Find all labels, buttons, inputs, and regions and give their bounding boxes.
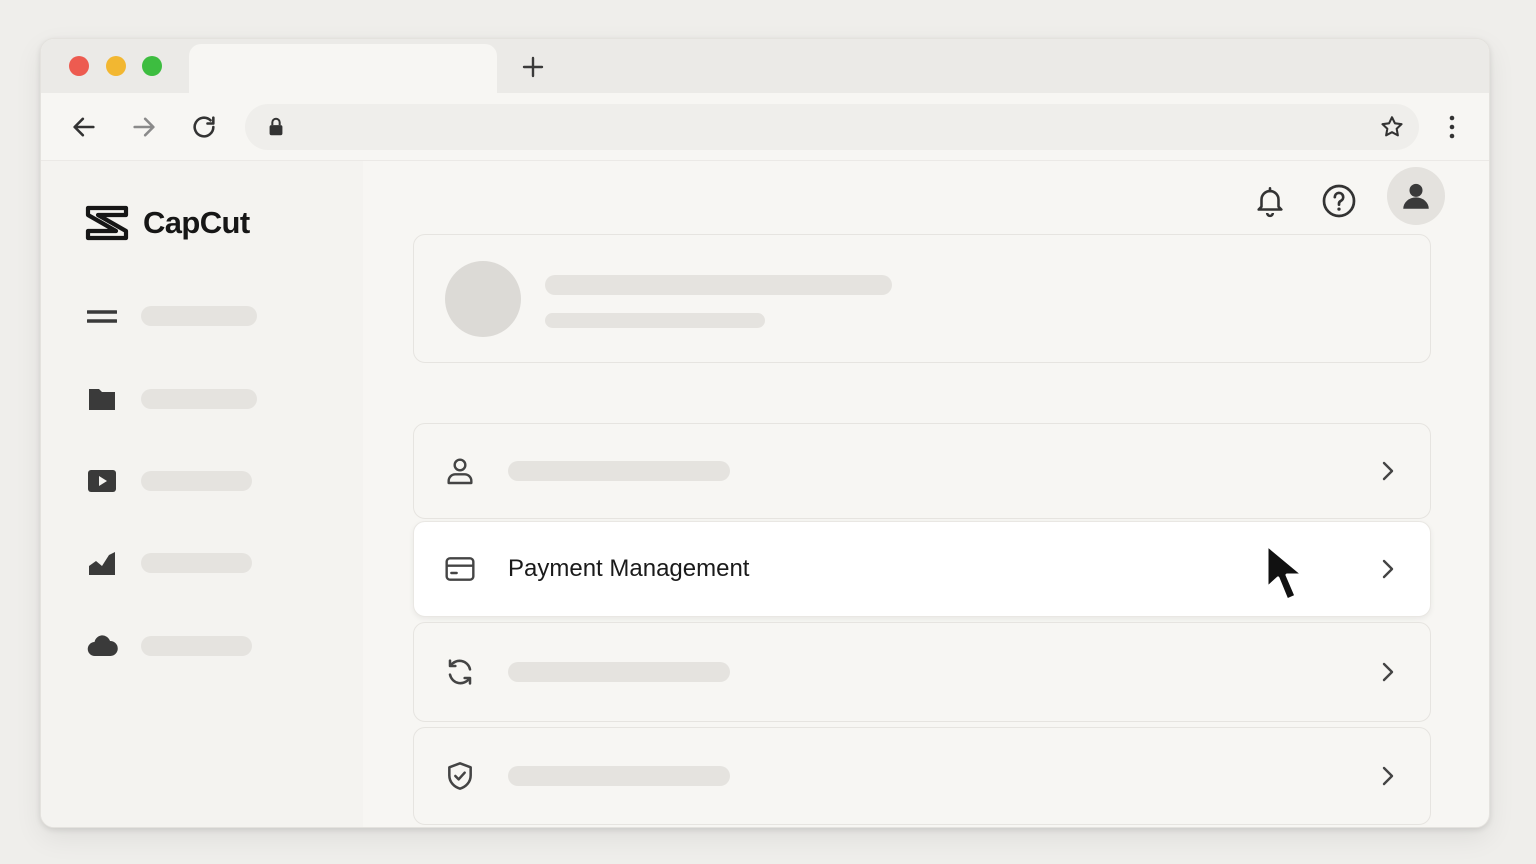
folder-icon [85, 382, 119, 416]
sidebar-item-label-placeholder [141, 389, 257, 409]
chevron-right-icon [1376, 660, 1400, 684]
profile-name-placeholder [545, 275, 892, 295]
plus-icon [522, 56, 544, 78]
cloud-icon [85, 629, 119, 663]
bell-icon [1257, 186, 1283, 218]
capcut-logo-icon [85, 205, 129, 241]
chevron-right-icon [1376, 557, 1400, 581]
sidebar: CapCut [41, 161, 363, 827]
sidebar-item-analytics[interactable] [85, 546, 252, 580]
arrow-right-icon [133, 117, 155, 137]
settings-row-label-placeholder [508, 461, 730, 481]
sidebar-item-folder[interactable] [85, 382, 257, 416]
main-content: Payment Management [363, 161, 1489, 827]
star-icon [1381, 116, 1403, 137]
window-close-button[interactable] [69, 56, 89, 76]
browser-toolbar [41, 93, 1489, 161]
sidebar-item-cloud[interactable] [85, 629, 252, 663]
arrow-left-icon [73, 117, 95, 137]
help-button[interactable] [1319, 181, 1359, 221]
notifications-button[interactable] [1250, 181, 1290, 221]
play-icon [85, 464, 119, 498]
bookmark-star-button[interactable] [1379, 114, 1405, 145]
logo-text: CapCut [143, 205, 250, 240]
sidebar-item-label-placeholder [141, 636, 252, 656]
profile-subtitle-placeholder [545, 313, 765, 328]
chevron-right-icon [1376, 459, 1400, 483]
chevron-right-icon [1376, 764, 1400, 788]
back-button[interactable] [69, 112, 99, 142]
reload-button[interactable] [189, 112, 219, 142]
user-avatar-icon [1403, 183, 1429, 209]
mouse-cursor-icon [1265, 543, 1305, 602]
settings-row-label-placeholder [508, 662, 730, 682]
active-tab[interactable] [189, 44, 497, 93]
forward-button[interactable] [129, 112, 159, 142]
sidebar-item-video[interactable] [85, 464, 252, 498]
chart-icon [85, 546, 119, 580]
browser-menu-button[interactable] [1437, 112, 1467, 142]
sidebar-item-label-placeholder [141, 306, 257, 326]
capcut-logo[interactable]: CapCut [85, 203, 250, 243]
window-maximize-button[interactable] [142, 56, 162, 76]
more-vertical-icon [1449, 115, 1455, 139]
browser-window: CapCut Payment Management [40, 38, 1490, 828]
settings-row-label: Payment Management [508, 555, 750, 582]
sidebar-item-menu[interactable] [85, 299, 257, 333]
sidebar-item-label-placeholder [141, 471, 252, 491]
settings-row-label-placeholder [508, 766, 730, 786]
menu-icon [85, 299, 119, 333]
shield-check-icon [444, 760, 476, 792]
new-tab-button[interactable] [519, 53, 547, 81]
profile-avatar-placeholder [445, 261, 521, 337]
credit-card-icon [444, 553, 476, 585]
tab-bar [41, 39, 1489, 93]
address-bar[interactable] [245, 104, 1419, 150]
refresh-icon [444, 656, 476, 688]
sidebar-item-label-placeholder [141, 553, 252, 573]
lock-icon [265, 116, 287, 143]
profile-card [413, 234, 1431, 363]
settings-row-subscription[interactable] [413, 622, 1431, 722]
account-avatar-button[interactable] [1387, 167, 1445, 225]
help-icon [1322, 184, 1356, 218]
settings-row-account[interactable] [413, 423, 1431, 519]
reload-icon [193, 116, 215, 138]
window-minimize-button[interactable] [106, 56, 126, 76]
user-icon [444, 455, 476, 487]
settings-row-security[interactable] [413, 727, 1431, 825]
